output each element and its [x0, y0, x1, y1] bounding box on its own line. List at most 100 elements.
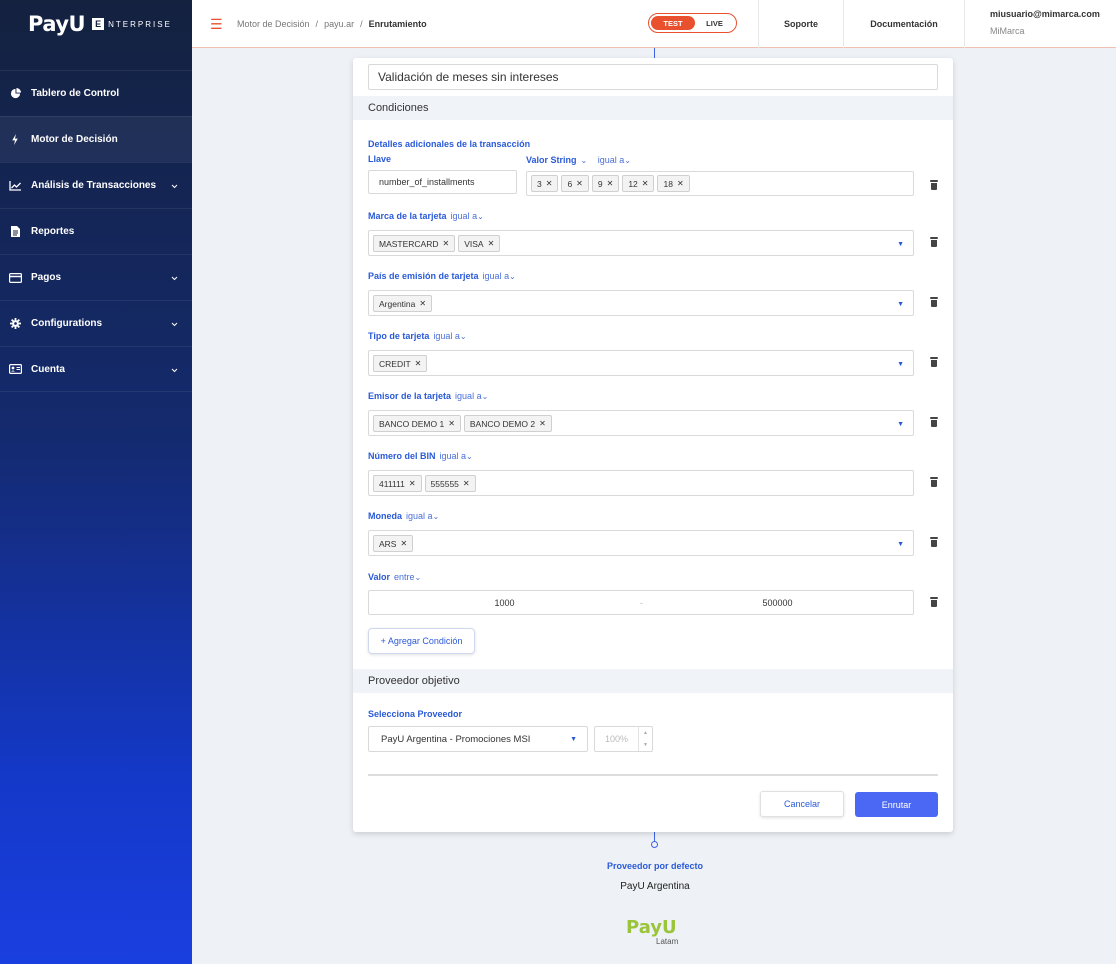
breadcrumb-current: Enrutamiento [368, 18, 427, 29]
bin-condition-label: Número del BIN igual a⌄ [368, 451, 473, 461]
docs-link[interactable]: Documentación [843, 0, 964, 48]
remove-chip-icon[interactable]: ✕ [443, 239, 450, 248]
route-button[interactable]: Enrutar [855, 792, 938, 817]
payu-enterprise-logo[interactable]: PayU E NTERPRISE [0, 0, 192, 48]
key-input[interactable]: number_of_installments [368, 170, 517, 194]
flow-node [651, 841, 658, 848]
breadcrumb-item[interactable]: payu.ar [324, 19, 354, 29]
remove-chip-icon[interactable]: ✕ [400, 539, 407, 548]
conditions-section-header: Condiciones [353, 96, 953, 120]
credit-card-icon [8, 271, 22, 285]
operator-selector[interactable]: igual a⌄ [455, 391, 488, 401]
remove-chip-icon[interactable]: ✕ [546, 179, 553, 188]
operator-selector[interactable]: igual a⌄ [451, 211, 484, 221]
operator-selector[interactable]: igual a⌄ [406, 511, 439, 521]
issuing-country-select[interactable]: Argentina ✕ ▼ [368, 290, 914, 316]
chip-label: 411111 [379, 478, 405, 489]
spin-down-icon[interactable]: ▼ [643, 742, 648, 748]
spin-up-icon[interactable]: ▲ [643, 730, 648, 736]
installments-values-input[interactable]: 3 ✕ 6 ✕ 9 ✕ 12 ✕ 18 ✕ [526, 171, 914, 196]
operator-selector[interactable]: entre⌄ [394, 572, 421, 582]
delete-condition-icon[interactable] [930, 237, 938, 247]
rule-name-input[interactable]: Validación de meses sin intereses [368, 64, 938, 90]
sidebar-item-motor[interactable]: Motor de Decisión [0, 116, 192, 162]
cancel-button[interactable]: Cancelar [760, 791, 844, 817]
value-operator[interactable]: igual a⌄ [598, 155, 631, 165]
card-issuer-select[interactable]: BANCO DEMO 1 ✕ BANCO DEMO 2 ✕ ▼ [368, 410, 914, 436]
operator-selector[interactable]: igual a⌄ [483, 271, 516, 281]
dropdown-caret-icon[interactable]: ▼ [897, 241, 904, 248]
remove-chip-icon[interactable]: ✕ [419, 299, 426, 308]
currency-condition-label: Moneda igual a⌄ [368, 511, 439, 521]
dropdown-caret-icon[interactable]: ▼ [897, 301, 904, 308]
number-spinner[interactable]: ▲ ▼ [638, 727, 652, 751]
amount-max-input[interactable]: 500000 [642, 598, 913, 608]
remove-chip-icon[interactable]: ✕ [409, 479, 416, 488]
chip-label: BANCO DEMO 2 [469, 418, 536, 429]
cancel-label: Cancelar [783, 799, 821, 809]
env-live-option[interactable]: LIVE [695, 19, 734, 28]
dropdown-caret-icon[interactable]: ▼ [897, 361, 904, 368]
remove-chip-icon[interactable]: ✕ [539, 419, 546, 428]
chevron-down-icon [171, 272, 178, 284]
value-type-selector[interactable]: Valor String ⌄ igual a⌄ [526, 155, 631, 165]
chip-label: 18 [663, 178, 673, 189]
delete-condition-icon[interactable] [930, 180, 938, 190]
extra-details-label: Detalles adicionales de la transacción [368, 139, 531, 149]
chevron-down-icon: ⌄ [414, 573, 422, 582]
remove-chip-icon[interactable]: ✕ [488, 239, 495, 248]
user-brand: MiMarca [990, 26, 1025, 36]
currency-select[interactable]: ARS ✕ ▼ [368, 530, 914, 556]
operator-selector[interactable]: igual a⌄ [440, 451, 473, 461]
remove-chip-icon[interactable]: ✕ [677, 179, 684, 188]
provider-select[interactable]: PayU Argentina - Promociones MSI ▼ [368, 726, 588, 752]
condition-label: País de emisión de tarjeta [368, 271, 479, 281]
env-test-option[interactable]: TEST [651, 16, 695, 30]
top-header: ☰ Motor de Decisión / payu.ar / Enrutami… [192, 0, 1116, 48]
key-input-value: number_of_installments [379, 177, 475, 187]
id-card-icon [8, 362, 22, 376]
card-brand-select[interactable]: MASTERCARD ✕ VISA ✕ ▼ [368, 230, 914, 256]
delete-condition-icon[interactable] [930, 537, 938, 547]
delete-condition-icon[interactable] [930, 477, 938, 487]
amount-min-input[interactable]: 1000 [369, 598, 640, 608]
remove-chip-icon[interactable]: ✕ [415, 359, 422, 368]
sidebar-nav: Tablero de Control Motor de Decisión Aná… [0, 70, 192, 392]
user-menu[interactable]: miusuario@mimarca.com MiMarca [964, 0, 1100, 48]
remove-chip-icon[interactable]: ✕ [463, 479, 470, 488]
card-type-select[interactable]: CREDIT ✕ ▼ [368, 350, 914, 376]
remove-chip-icon[interactable]: ✕ [576, 179, 583, 188]
add-condition-button[interactable]: + Agregar Condición [368, 628, 475, 654]
delete-condition-icon[interactable] [930, 597, 938, 607]
delete-condition-icon[interactable] [930, 417, 938, 427]
condition-label: Número del BIN [368, 451, 436, 461]
dropdown-caret-icon[interactable]: ▼ [897, 541, 904, 548]
remove-chip-icon[interactable]: ✕ [607, 179, 614, 188]
logo-e-box: E [92, 18, 105, 30]
remove-chip-icon[interactable]: ✕ [642, 179, 649, 188]
sidebar-item-label: Análisis de Transacciones [31, 180, 157, 191]
sidebar-item-reportes[interactable]: Reportes [0, 208, 192, 254]
remove-chip-icon[interactable]: ✕ [448, 419, 455, 428]
sidebar-item-pagos[interactable]: Pagos [0, 254, 192, 300]
operator-label: igual a [482, 271, 510, 281]
condition-label: Valor [368, 572, 391, 582]
environment-toggle[interactable]: TEST LIVE [648, 13, 737, 33]
delete-condition-icon[interactable] [930, 297, 938, 307]
provider-percent-input[interactable]: 100% ▲ ▼ [594, 726, 653, 752]
sidebar-item-analisis[interactable]: Análisis de Transacciones [0, 162, 192, 208]
support-link[interactable]: Soporte [758, 0, 843, 48]
delete-condition-icon[interactable] [930, 357, 938, 367]
sidebar-item-configurations[interactable]: Configurations [0, 300, 192, 346]
chevron-down-icon [171, 318, 178, 330]
bin-values-input[interactable]: 411111 ✕ 555555 ✕ [368, 470, 914, 496]
hamburger-menu-icon[interactable]: ☰ [210, 17, 223, 31]
breadcrumb-item[interactable]: Motor de Decisión [237, 19, 310, 29]
sidebar-item-cuenta[interactable]: Cuenta [0, 346, 192, 392]
dropdown-caret-icon[interactable]: ▼ [897, 421, 904, 428]
default-provider-value: PayU Argentina [620, 881, 690, 892]
chevron-down-icon: ⌄ [459, 332, 467, 341]
sidebar-item-tablero[interactable]: Tablero de Control [0, 70, 192, 116]
operator-selector[interactable]: igual a⌄ [433, 331, 466, 341]
footer-logo-sub: Latam [656, 937, 679, 946]
